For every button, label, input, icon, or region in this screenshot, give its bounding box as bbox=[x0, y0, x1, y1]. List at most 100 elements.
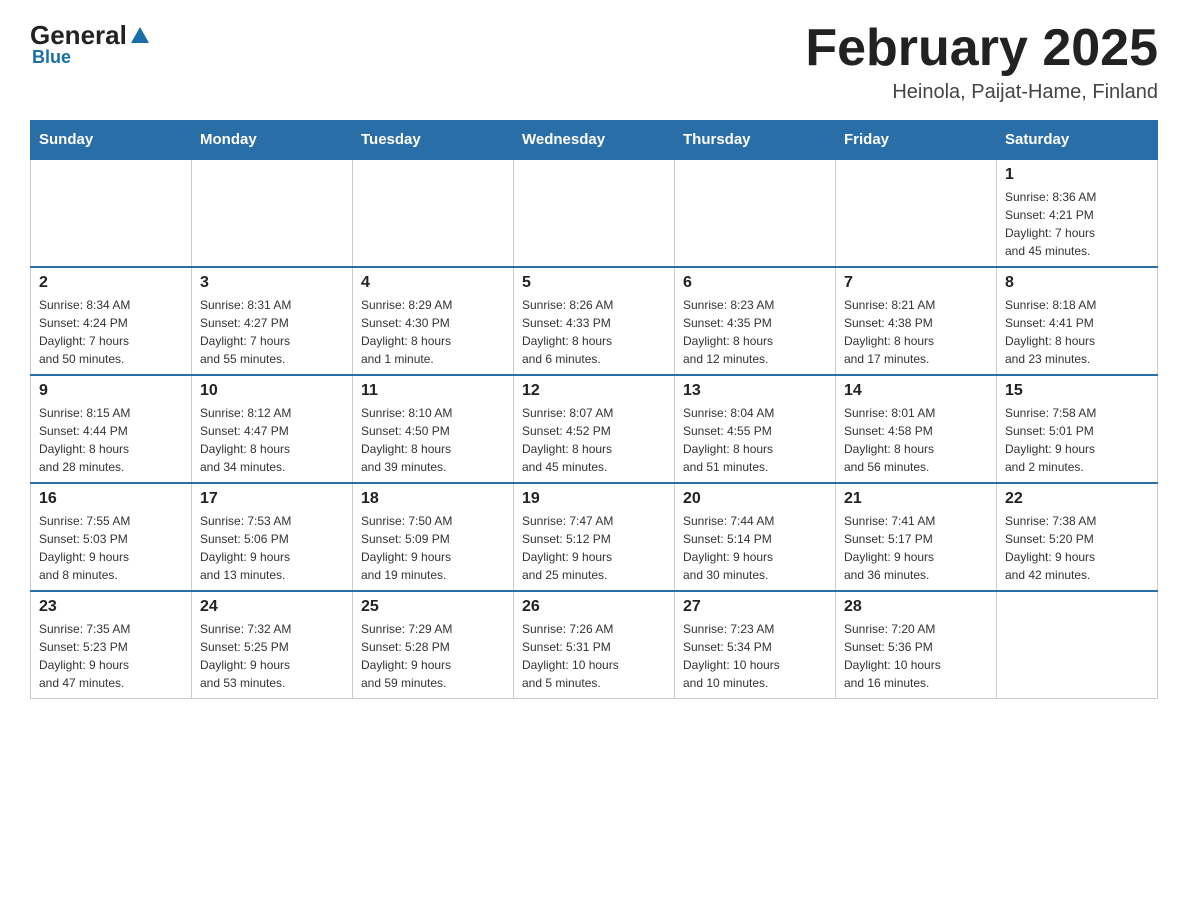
logo: General Blue bbox=[30, 20, 153, 68]
day-number: 12 bbox=[522, 382, 666, 400]
calendar-cell-w1-d6 bbox=[836, 159, 997, 267]
day-info: Sunrise: 7:35 AM Sunset: 5:23 PM Dayligh… bbox=[39, 620, 183, 692]
day-info: Sunrise: 7:32 AM Sunset: 5:25 PM Dayligh… bbox=[200, 620, 344, 692]
calendar-cell-w4-d6: 21 Sunrise: 7:41 AM Sunset: 5:17 PM Dayli… bbox=[836, 483, 997, 591]
calendar-cell-w2-d5: 6 Sunrise: 8:23 AM Sunset: 4:35 PM Daylig… bbox=[675, 267, 836, 375]
day-number: 22 bbox=[1005, 490, 1149, 508]
day-number: 13 bbox=[683, 382, 827, 400]
calendar-cell-w3-d7: 15 Sunrise: 7:58 AM Sunset: 5:01 PM Dayli… bbox=[997, 375, 1158, 483]
day-info: Sunrise: 8:21 AM Sunset: 4:38 PM Dayligh… bbox=[844, 296, 988, 368]
day-info: Sunrise: 7:53 AM Sunset: 5:06 PM Dayligh… bbox=[200, 512, 344, 584]
calendar-cell-w1-d7: 1 Sunrise: 8:36 AM Sunset: 4:21 PM Daylig… bbox=[997, 159, 1158, 267]
logo-triangle-icon bbox=[129, 25, 151, 47]
day-number: 17 bbox=[200, 490, 344, 508]
calendar-cell-w3-d6: 14 Sunrise: 8:01 AM Sunset: 4:58 PM Dayli… bbox=[836, 375, 997, 483]
day-info: Sunrise: 8:29 AM Sunset: 4:30 PM Dayligh… bbox=[361, 296, 505, 368]
calendar-cell-w5-d6: 28 Sunrise: 7:20 AM Sunset: 5:36 PM Dayli… bbox=[836, 591, 997, 699]
day-info: Sunrise: 8:26 AM Sunset: 4:33 PM Dayligh… bbox=[522, 296, 666, 368]
calendar-cell-w3-d5: 13 Sunrise: 8:04 AM Sunset: 4:55 PM Dayli… bbox=[675, 375, 836, 483]
calendar-cell-w4-d4: 19Sunrise: 7:47 AM Sunset: 5:12 PM Dayli… bbox=[514, 483, 675, 591]
day-info: Sunrise: 8:04 AM Sunset: 4:55 PM Dayligh… bbox=[683, 404, 827, 476]
day-info: Sunrise: 8:23 AM Sunset: 4:35 PM Dayligh… bbox=[683, 296, 827, 368]
calendar-cell-w2-d1: 2Sunrise: 8:34 AM Sunset: 4:24 PM Daylig… bbox=[31, 267, 192, 375]
day-number: 24 bbox=[200, 598, 344, 616]
calendar-cell-w5-d4: 26 Sunrise: 7:26 AM Sunset: 5:31 PM Dayli… bbox=[514, 591, 675, 699]
calendar-cell-w3-d3: 11 Sunrise: 8:10 AM Sunset: 4:50 PM Dayli… bbox=[353, 375, 514, 483]
day-number: 14 bbox=[844, 382, 988, 400]
calendar-cell-w5-d2: 24 Sunrise: 7:32 AM Sunset: 5:25 PM Dayli… bbox=[192, 591, 353, 699]
day-number: 27 bbox=[683, 598, 827, 616]
calendar-cell-w1-d1 bbox=[31, 159, 192, 267]
calendar-cell-w3-d2: 10 Sunrise: 8:12 AM Sunset: 4:47 PM Dayli… bbox=[192, 375, 353, 483]
day-info: Sunrise: 7:20 AM Sunset: 5:36 PM Dayligh… bbox=[844, 620, 988, 692]
day-number: 20 bbox=[683, 490, 827, 508]
day-info: Sunrise: 8:01 AM Sunset: 4:58 PM Dayligh… bbox=[844, 404, 988, 476]
day-number: 10 bbox=[200, 382, 344, 400]
calendar-cell-w5-d7 bbox=[997, 591, 1158, 699]
calendar-cell-w1-d5 bbox=[675, 159, 836, 267]
calendar-table: Sunday Monday Tuesday Wednesday Thursday… bbox=[30, 120, 1158, 699]
col-wednesday: Wednesday bbox=[514, 121, 675, 160]
calendar-cell-w2-d3: 4 Sunrise: 8:29 AM Sunset: 4:30 PM Daylig… bbox=[353, 267, 514, 375]
calendar-cell-w5-d3: 25Sunrise: 7:29 AM Sunset: 5:28 PM Dayli… bbox=[353, 591, 514, 699]
calendar-cell-w1-d4 bbox=[514, 159, 675, 267]
day-number: 6 bbox=[683, 274, 827, 292]
day-info: Sunrise: 7:38 AM Sunset: 5:20 PM Dayligh… bbox=[1005, 512, 1149, 584]
day-number: 21 bbox=[844, 490, 988, 508]
day-number: 11 bbox=[361, 382, 505, 400]
day-info: Sunrise: 7:29 AM Sunset: 5:28 PM Dayligh… bbox=[361, 620, 505, 692]
col-sunday: Sunday bbox=[31, 121, 192, 160]
title-area: February 2025 Heinola, Paijat-Hame, Finl… bbox=[805, 20, 1158, 104]
day-number: 15 bbox=[1005, 382, 1149, 400]
month-title: February 2025 bbox=[805, 20, 1158, 77]
col-friday: Friday bbox=[836, 121, 997, 160]
day-info: Sunrise: 8:10 AM Sunset: 4:50 PM Dayligh… bbox=[361, 404, 505, 476]
day-number: 8 bbox=[1005, 274, 1149, 292]
day-info: Sunrise: 8:18 AM Sunset: 4:41 PM Dayligh… bbox=[1005, 296, 1149, 368]
day-number: 28 bbox=[844, 598, 988, 616]
day-number: 9 bbox=[39, 382, 183, 400]
day-info: Sunrise: 8:15 AM Sunset: 4:44 PM Dayligh… bbox=[39, 404, 183, 476]
calendar-cell-w5-d5: 27 Sunrise: 7:23 AM Sunset: 5:34 PM Dayli… bbox=[675, 591, 836, 699]
day-info: Sunrise: 8:07 AM Sunset: 4:52 PM Dayligh… bbox=[522, 404, 666, 476]
calendar-cell-w2-d7: 8 Sunrise: 8:18 AM Sunset: 4:41 PM Daylig… bbox=[997, 267, 1158, 375]
day-number: 7 bbox=[844, 274, 988, 292]
day-number: 1 bbox=[1005, 166, 1149, 184]
day-number: 26 bbox=[522, 598, 666, 616]
calendar-week-4: 16 Sunrise: 7:55 AM Sunset: 5:03 PM Dayli… bbox=[31, 483, 1158, 591]
day-info: Sunrise: 7:44 AM Sunset: 5:14 PM Dayligh… bbox=[683, 512, 827, 584]
day-info: Sunrise: 8:12 AM Sunset: 4:47 PM Dayligh… bbox=[200, 404, 344, 476]
calendar-cell-w4-d5: 20 Sunrise: 7:44 AM Sunset: 5:14 PM Dayli… bbox=[675, 483, 836, 591]
calendar-cell-w1-d3 bbox=[353, 159, 514, 267]
day-number: 18 bbox=[361, 490, 505, 508]
calendar-cell-w4-d2: 17 Sunrise: 7:53 AM Sunset: 5:06 PM Dayli… bbox=[192, 483, 353, 591]
col-monday: Monday bbox=[192, 121, 353, 160]
day-number: 4 bbox=[361, 274, 505, 292]
day-info: Sunrise: 7:50 AM Sunset: 5:09 PM Dayligh… bbox=[361, 512, 505, 584]
day-info: Sunrise: 8:36 AM Sunset: 4:21 PM Dayligh… bbox=[1005, 188, 1149, 260]
day-number: 23 bbox=[39, 598, 183, 616]
calendar-cell-w2-d2: 3Sunrise: 8:31 AM Sunset: 4:27 PM Daylig… bbox=[192, 267, 353, 375]
day-info: Sunrise: 7:58 AM Sunset: 5:01 PM Dayligh… bbox=[1005, 404, 1149, 476]
calendar-cell-w2-d6: 7 Sunrise: 8:21 AM Sunset: 4:38 PM Daylig… bbox=[836, 267, 997, 375]
calendar-header-row: Sunday Monday Tuesday Wednesday Thursday… bbox=[31, 121, 1158, 160]
day-info: Sunrise: 7:26 AM Sunset: 5:31 PM Dayligh… bbox=[522, 620, 666, 692]
calendar-week-3: 9 Sunrise: 8:15 AM Sunset: 4:44 PM Daylig… bbox=[31, 375, 1158, 483]
day-info: Sunrise: 8:34 AM Sunset: 4:24 PM Dayligh… bbox=[39, 296, 183, 368]
calendar-week-1: 1 Sunrise: 8:36 AM Sunset: 4:21 PM Daylig… bbox=[31, 159, 1158, 267]
col-saturday: Saturday bbox=[997, 121, 1158, 160]
header: General Blue February 2025 Heinola, Paij… bbox=[30, 20, 1158, 104]
day-info: Sunrise: 7:23 AM Sunset: 5:34 PM Dayligh… bbox=[683, 620, 827, 692]
col-thursday: Thursday bbox=[675, 121, 836, 160]
calendar-cell-w2-d4: 5Sunrise: 8:26 AM Sunset: 4:33 PM Daylig… bbox=[514, 267, 675, 375]
calendar-cell-w4-d7: 22 Sunrise: 7:38 AM Sunset: 5:20 PM Dayli… bbox=[997, 483, 1158, 591]
calendar-cell-w4-d1: 16 Sunrise: 7:55 AM Sunset: 5:03 PM Dayli… bbox=[31, 483, 192, 591]
calendar-cell-w5-d1: 23 Sunrise: 7:35 AM Sunset: 5:23 PM Dayli… bbox=[31, 591, 192, 699]
day-info: Sunrise: 7:41 AM Sunset: 5:17 PM Dayligh… bbox=[844, 512, 988, 584]
day-info: Sunrise: 7:55 AM Sunset: 5:03 PM Dayligh… bbox=[39, 512, 183, 584]
day-number: 3 bbox=[200, 274, 344, 292]
calendar-cell-w3-d4: 12 Sunrise: 8:07 AM Sunset: 4:52 PM Dayli… bbox=[514, 375, 675, 483]
col-tuesday: Tuesday bbox=[353, 121, 514, 160]
calendar-cell-w1-d2 bbox=[192, 159, 353, 267]
day-number: 16 bbox=[39, 490, 183, 508]
